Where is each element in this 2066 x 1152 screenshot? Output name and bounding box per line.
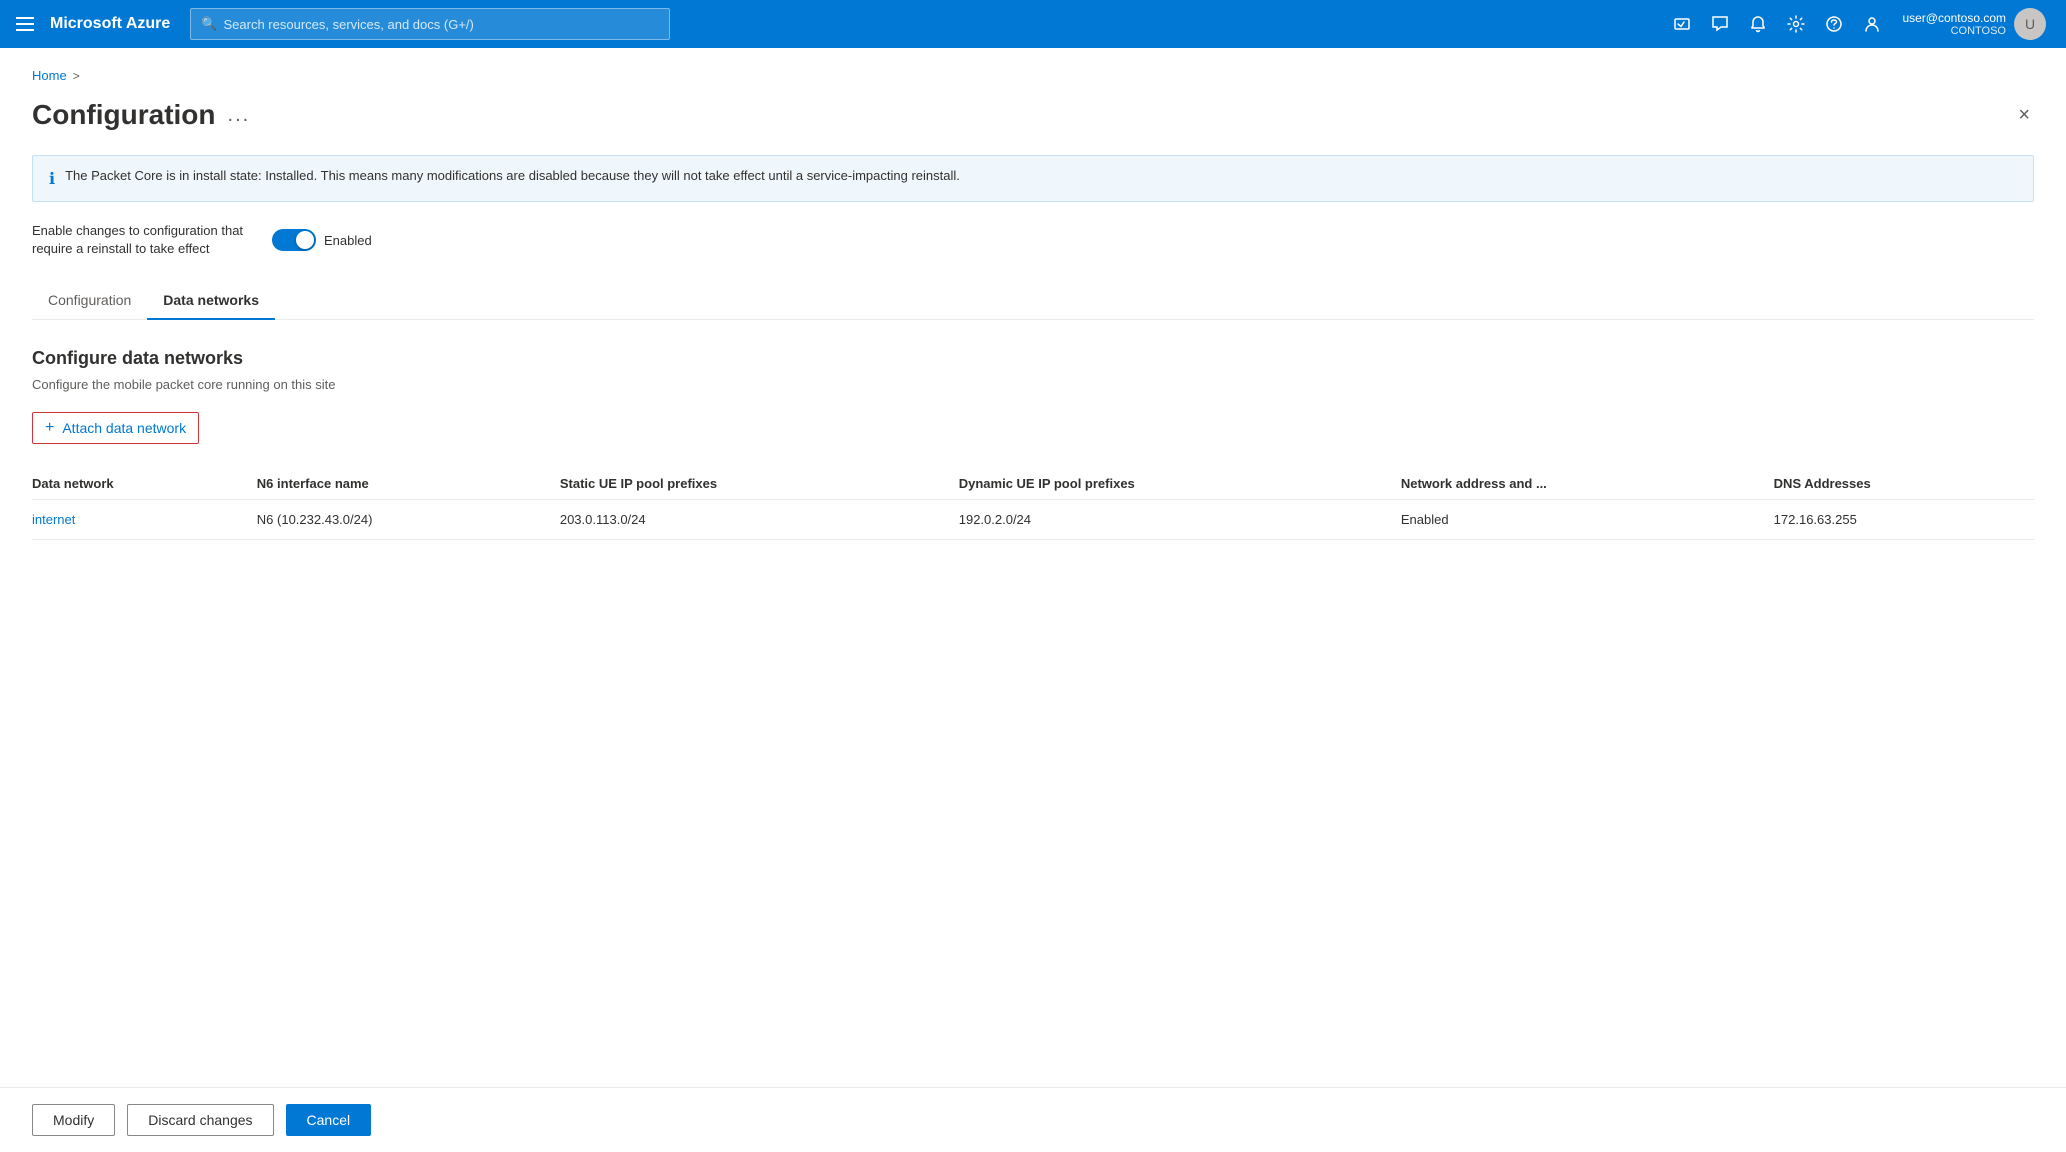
- toggle-thumb: [296, 231, 314, 249]
- breadcrumb-home[interactable]: Home: [32, 68, 67, 83]
- tab-data-networks[interactable]: Data networks: [147, 282, 275, 320]
- enable-changes-toggle[interactable]: [272, 229, 316, 251]
- col-header-network-address: Network address and ...: [1401, 468, 1774, 500]
- cell-data-network[interactable]: internet: [32, 500, 257, 540]
- notifications-button[interactable]: [1742, 8, 1774, 40]
- section-description: Configure the mobile packet core running…: [32, 377, 2034, 392]
- info-banner: ℹ The Packet Core is in install state: I…: [32, 155, 2034, 202]
- toggle-state-label: Enabled: [324, 233, 372, 248]
- plus-icon: +: [45, 419, 54, 437]
- table-header-row: Data network N6 interface name Static UE…: [32, 468, 2034, 500]
- tabs: Configuration Data networks: [32, 282, 2034, 320]
- table-row: internet N6 (10.232.43.0/24) 203.0.113.0…: [32, 500, 2034, 540]
- cell-dns-addresses: 172.16.63.255: [1774, 500, 2034, 540]
- user-email: user@contoso.com: [1902, 11, 2006, 25]
- close-button[interactable]: ×: [2014, 100, 2034, 131]
- breadcrumb-separator: >: [73, 69, 80, 83]
- azure-logo: Microsoft Azure: [50, 15, 170, 33]
- search-input[interactable]: [224, 17, 660, 32]
- topbar: Microsoft Azure 🔍 user@contoso.com CONTO…: [0, 0, 2066, 48]
- main-content: Home > Configuration ... × ℹ The Packet …: [0, 48, 2066, 1152]
- enable-changes-label: Enable changes to configuration that req…: [32, 222, 252, 258]
- col-header-dns-addresses: DNS Addresses: [1774, 468, 2034, 500]
- breadcrumb: Home >: [32, 68, 2034, 83]
- info-icon: ℹ: [49, 169, 55, 189]
- feedback-button[interactable]: [1704, 8, 1736, 40]
- enable-changes-row: Enable changes to configuration that req…: [32, 222, 2034, 258]
- cell-n6-interface: N6 (10.232.43.0/24): [257, 500, 560, 540]
- more-options-button[interactable]: ...: [228, 104, 251, 127]
- data-networks-table: Data network N6 interface name Static UE…: [32, 468, 2034, 540]
- help-button[interactable]: [1818, 8, 1850, 40]
- col-header-n6-interface: N6 interface name: [257, 468, 560, 500]
- discard-changes-button[interactable]: Discard changes: [127, 1104, 273, 1136]
- settings-button[interactable]: [1780, 8, 1812, 40]
- section-heading: Configure data networks: [32, 348, 2034, 369]
- attach-data-network-button[interactable]: + Attach data network: [32, 412, 199, 444]
- page-title-left: Configuration ...: [32, 99, 250, 131]
- user-org: CONTOSO: [1902, 25, 2006, 37]
- col-header-static-ue-pool: Static UE IP pool prefixes: [560, 468, 959, 500]
- bottom-action-bar: Modify Discard changes Cancel: [0, 1087, 2066, 1152]
- page-title: Configuration: [32, 99, 216, 131]
- hamburger-menu[interactable]: [12, 13, 38, 35]
- toggle-container: Enabled: [272, 229, 372, 251]
- user-info: user@contoso.com CONTOSO: [1902, 11, 2006, 37]
- search-box: 🔍: [190, 8, 670, 40]
- cell-static-ue-pool: 203.0.113.0/24: [560, 500, 959, 540]
- modify-button[interactable]: Modify: [32, 1104, 115, 1136]
- col-header-data-network: Data network: [32, 468, 257, 500]
- attach-btn-label: Attach data network: [62, 420, 186, 436]
- info-banner-text: The Packet Core is in install state: Ins…: [65, 168, 960, 183]
- cell-network-address: Enabled: [1401, 500, 1774, 540]
- cloud-shell-button[interactable]: [1666, 8, 1698, 40]
- page-title-row: Configuration ... ×: [32, 99, 2034, 131]
- support-button[interactable]: [1856, 8, 1888, 40]
- avatar: U: [2014, 8, 2046, 40]
- search-icon: 🔍: [201, 16, 217, 32]
- tab-configuration[interactable]: Configuration: [32, 282, 147, 320]
- user-menu[interactable]: user@contoso.com CONTOSO U: [1894, 4, 2054, 44]
- cancel-button[interactable]: Cancel: [286, 1104, 372, 1136]
- col-header-dynamic-ue-pool: Dynamic UE IP pool prefixes: [959, 468, 1401, 500]
- topbar-icons: user@contoso.com CONTOSO U: [1666, 4, 2054, 44]
- cell-dynamic-ue-pool: 192.0.2.0/24: [959, 500, 1401, 540]
